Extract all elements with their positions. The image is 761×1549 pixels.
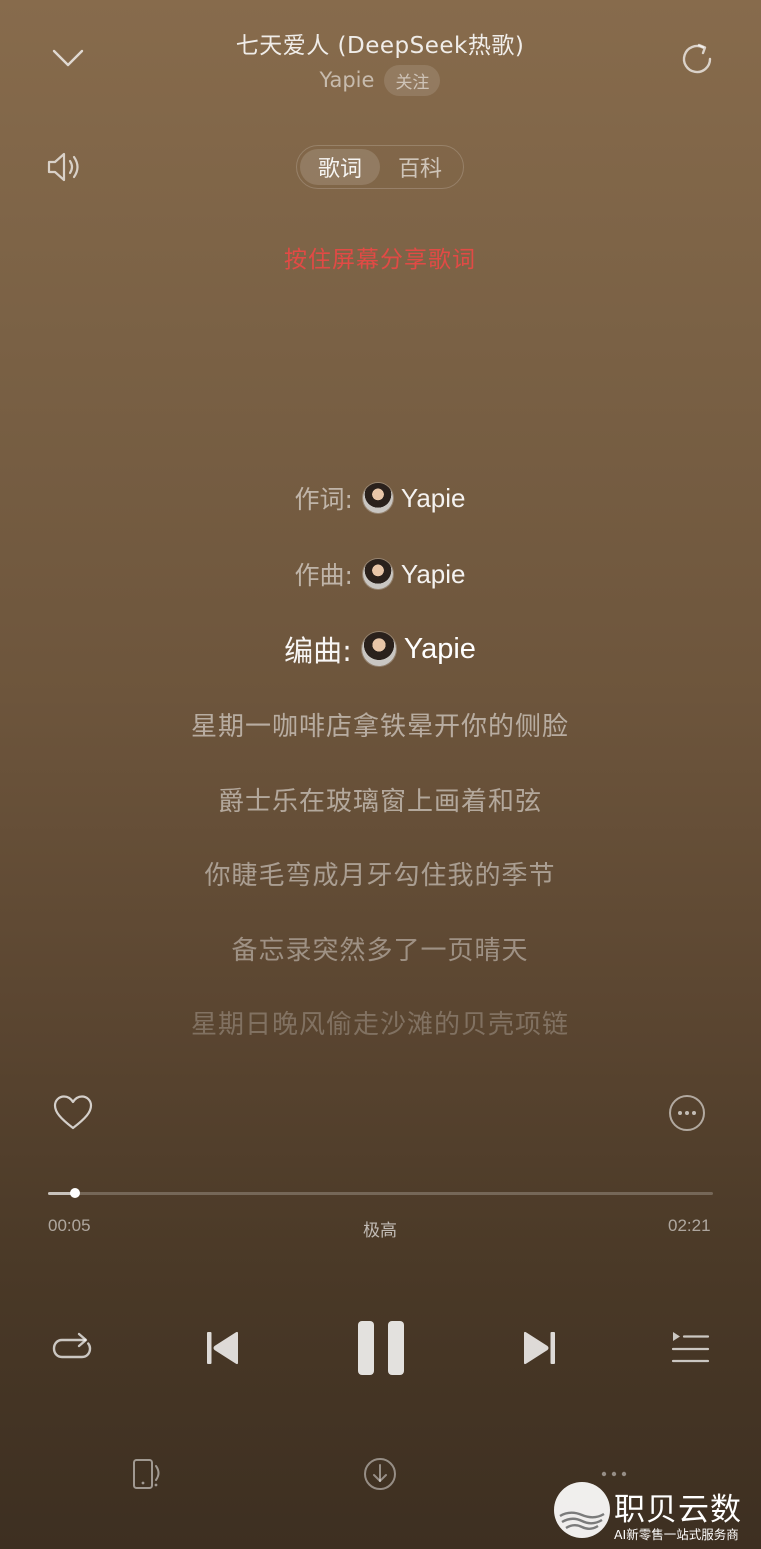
credit-composer: 作曲: Yapie bbox=[180, 556, 580, 592]
more-dots-icon bbox=[601, 1471, 627, 1477]
credit-arranger: 编曲: Yapie bbox=[180, 628, 580, 670]
device-icon bbox=[133, 1459, 160, 1489]
progress-handle[interactable] bbox=[69, 1188, 80, 1198]
heart-icon bbox=[53, 1095, 93, 1130]
song-title: 七天爱人 (DeepSeek热歌) bbox=[235, 33, 525, 59]
watermark-logo-icon bbox=[554, 1482, 610, 1538]
playlist-button[interactable] bbox=[664, 1320, 716, 1376]
follow-button[interactable]: 关注 bbox=[384, 64, 441, 96]
credit-label: 编曲: bbox=[284, 634, 352, 668]
playlist-icon bbox=[671, 1332, 710, 1363]
previous-icon bbox=[207, 1331, 238, 1365]
credit-value[interactable]: Yapie bbox=[401, 559, 466, 590]
device-button[interactable] bbox=[124, 1452, 172, 1496]
lyric-line[interactable]: 星期日晚风偷走沙滩的贝壳项链 bbox=[80, 1004, 680, 1041]
chevron-down-icon bbox=[52, 49, 84, 67]
lyrics-wiki-tabs: 歌词 百科 bbox=[296, 145, 464, 189]
current-time: 00:05 bbox=[48, 1216, 91, 1235]
avatar[interactable] bbox=[362, 483, 393, 513]
watermark-name: 职贝云数 bbox=[614, 1492, 742, 1528]
previous-button[interactable] bbox=[196, 1320, 248, 1376]
lyric-line[interactable]: 你睫毛弯成月牙勾住我的季节 bbox=[80, 855, 680, 892]
lyric-line[interactable]: 备忘录突然多了一页晴天 bbox=[80, 930, 680, 967]
repeat-button[interactable] bbox=[46, 1320, 98, 1376]
pause-icon bbox=[358, 1321, 404, 1375]
watermark: 职贝云数 AI新零售一站式服务商 bbox=[554, 1482, 754, 1544]
artist-row: Yapie 关注 bbox=[230, 64, 530, 96]
credit-label: 作词: bbox=[294, 485, 353, 514]
lyric-line[interactable]: 星期一咖啡店拿铁晕开你的侧脸 bbox=[80, 706, 680, 743]
watermark-tagline: AI新零售一站式服务商 bbox=[614, 1527, 739, 1542]
next-button[interactable] bbox=[514, 1320, 566, 1376]
repeat-icon bbox=[52, 1332, 92, 1359]
share-lyrics-hint: 按住屏幕分享歌词 bbox=[284, 247, 476, 273]
avatar[interactable] bbox=[362, 559, 393, 589]
collapse-button[interactable] bbox=[44, 36, 92, 80]
volume-icon bbox=[47, 152, 79, 182]
progress-bar[interactable] bbox=[48, 1188, 713, 1198]
pause-button[interactable] bbox=[348, 1312, 414, 1384]
volume-button[interactable] bbox=[40, 146, 88, 188]
more-circle-icon bbox=[669, 1095, 705, 1131]
more-button[interactable] bbox=[664, 1090, 710, 1136]
lyric-line[interactable]: 爵士乐在玻璃窗上画着和弦 bbox=[80, 781, 680, 818]
download-icon bbox=[364, 1458, 396, 1490]
download-button[interactable] bbox=[356, 1452, 404, 1496]
artist-name[interactable]: Yapie bbox=[320, 68, 375, 92]
refresh-button[interactable] bbox=[672, 36, 722, 82]
credit-label: 作曲: bbox=[294, 561, 353, 590]
credit-value[interactable]: Yapie bbox=[401, 483, 466, 514]
avatar[interactable] bbox=[361, 632, 396, 666]
audio-quality-button[interactable]: 极高 bbox=[330, 1216, 430, 1241]
tab-lyrics[interactable]: 歌词 bbox=[300, 149, 380, 185]
credit-value[interactable]: Yapie bbox=[404, 633, 476, 666]
like-button[interactable] bbox=[50, 1090, 96, 1136]
credit-lyricist: 作词: Yapie bbox=[180, 480, 580, 516]
refresh-icon bbox=[682, 43, 712, 74]
tab-wiki[interactable]: 百科 bbox=[380, 149, 460, 185]
next-icon bbox=[524, 1331, 555, 1365]
total-time: 02:21 bbox=[668, 1216, 711, 1235]
